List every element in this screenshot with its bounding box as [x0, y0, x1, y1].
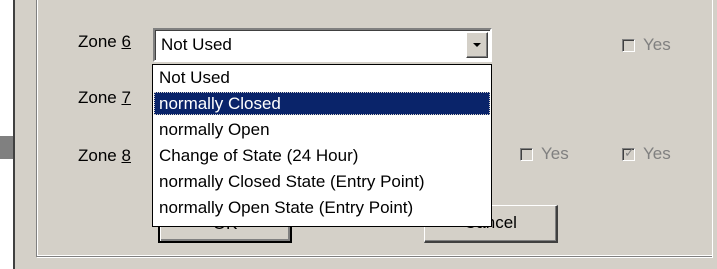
zone-6-label-key: 6	[121, 32, 131, 51]
zone-8-yes-label-b: Yes	[643, 144, 671, 163]
dropdown-option[interactable]: Not Used	[154, 66, 490, 89]
zone-7-label-key: 7	[121, 88, 131, 107]
zone-7-label-prefix: Zone	[78, 88, 122, 107]
left-panel	[0, 0, 13, 269]
zone-8-yes-label-a: Yes	[541, 144, 569, 163]
zone-6-label: Zone 6	[78, 32, 131, 52]
zone-6-combo[interactable]: Not Used	[153, 28, 492, 62]
zone-8-yes-checkbox-b[interactable]: ✓ Yes	[622, 144, 671, 164]
dropdown-option[interactable]: normally Closed State (Entry Point)	[154, 170, 490, 193]
dialog-edge-highlight	[15, 0, 16, 269]
zone-6-yes-checkbox[interactable]: Yes	[622, 35, 671, 55]
zone-8-label: Zone 8	[78, 146, 131, 166]
zone-6-dropdown-list[interactable]: Not Used normally Closed normally Open C…	[152, 64, 492, 227]
combo-dropdown-button[interactable]	[466, 32, 488, 58]
zone-8-yes-checkbox-a[interactable]: Yes	[520, 144, 569, 164]
dropdown-option[interactable]: normally Open	[154, 118, 490, 141]
dropdown-option[interactable]: Change of State (24 Hour)	[154, 144, 490, 167]
left-panel-tab	[0, 136, 13, 159]
zone-6-label-prefix: Zone	[78, 32, 122, 51]
dropdown-option[interactable]: normally Closed	[154, 92, 490, 115]
zone-7-label: Zone 7	[78, 88, 131, 108]
zone-6-yes-label: Yes	[643, 35, 671, 54]
checkbox-box	[622, 38, 635, 52]
checkbox-box: ✓	[622, 144, 635, 161]
check-icon: ✓	[624, 144, 635, 160]
zone-6-combo-value: Not Used	[161, 35, 232, 54]
checkbox-box	[520, 147, 533, 161]
zone-8-label-prefix: Zone	[78, 146, 122, 165]
chevron-down-icon	[473, 43, 481, 47]
zone-8-label-key: 8	[121, 146, 131, 165]
dropdown-option[interactable]: normally Open State (Entry Point)	[154, 196, 490, 219]
